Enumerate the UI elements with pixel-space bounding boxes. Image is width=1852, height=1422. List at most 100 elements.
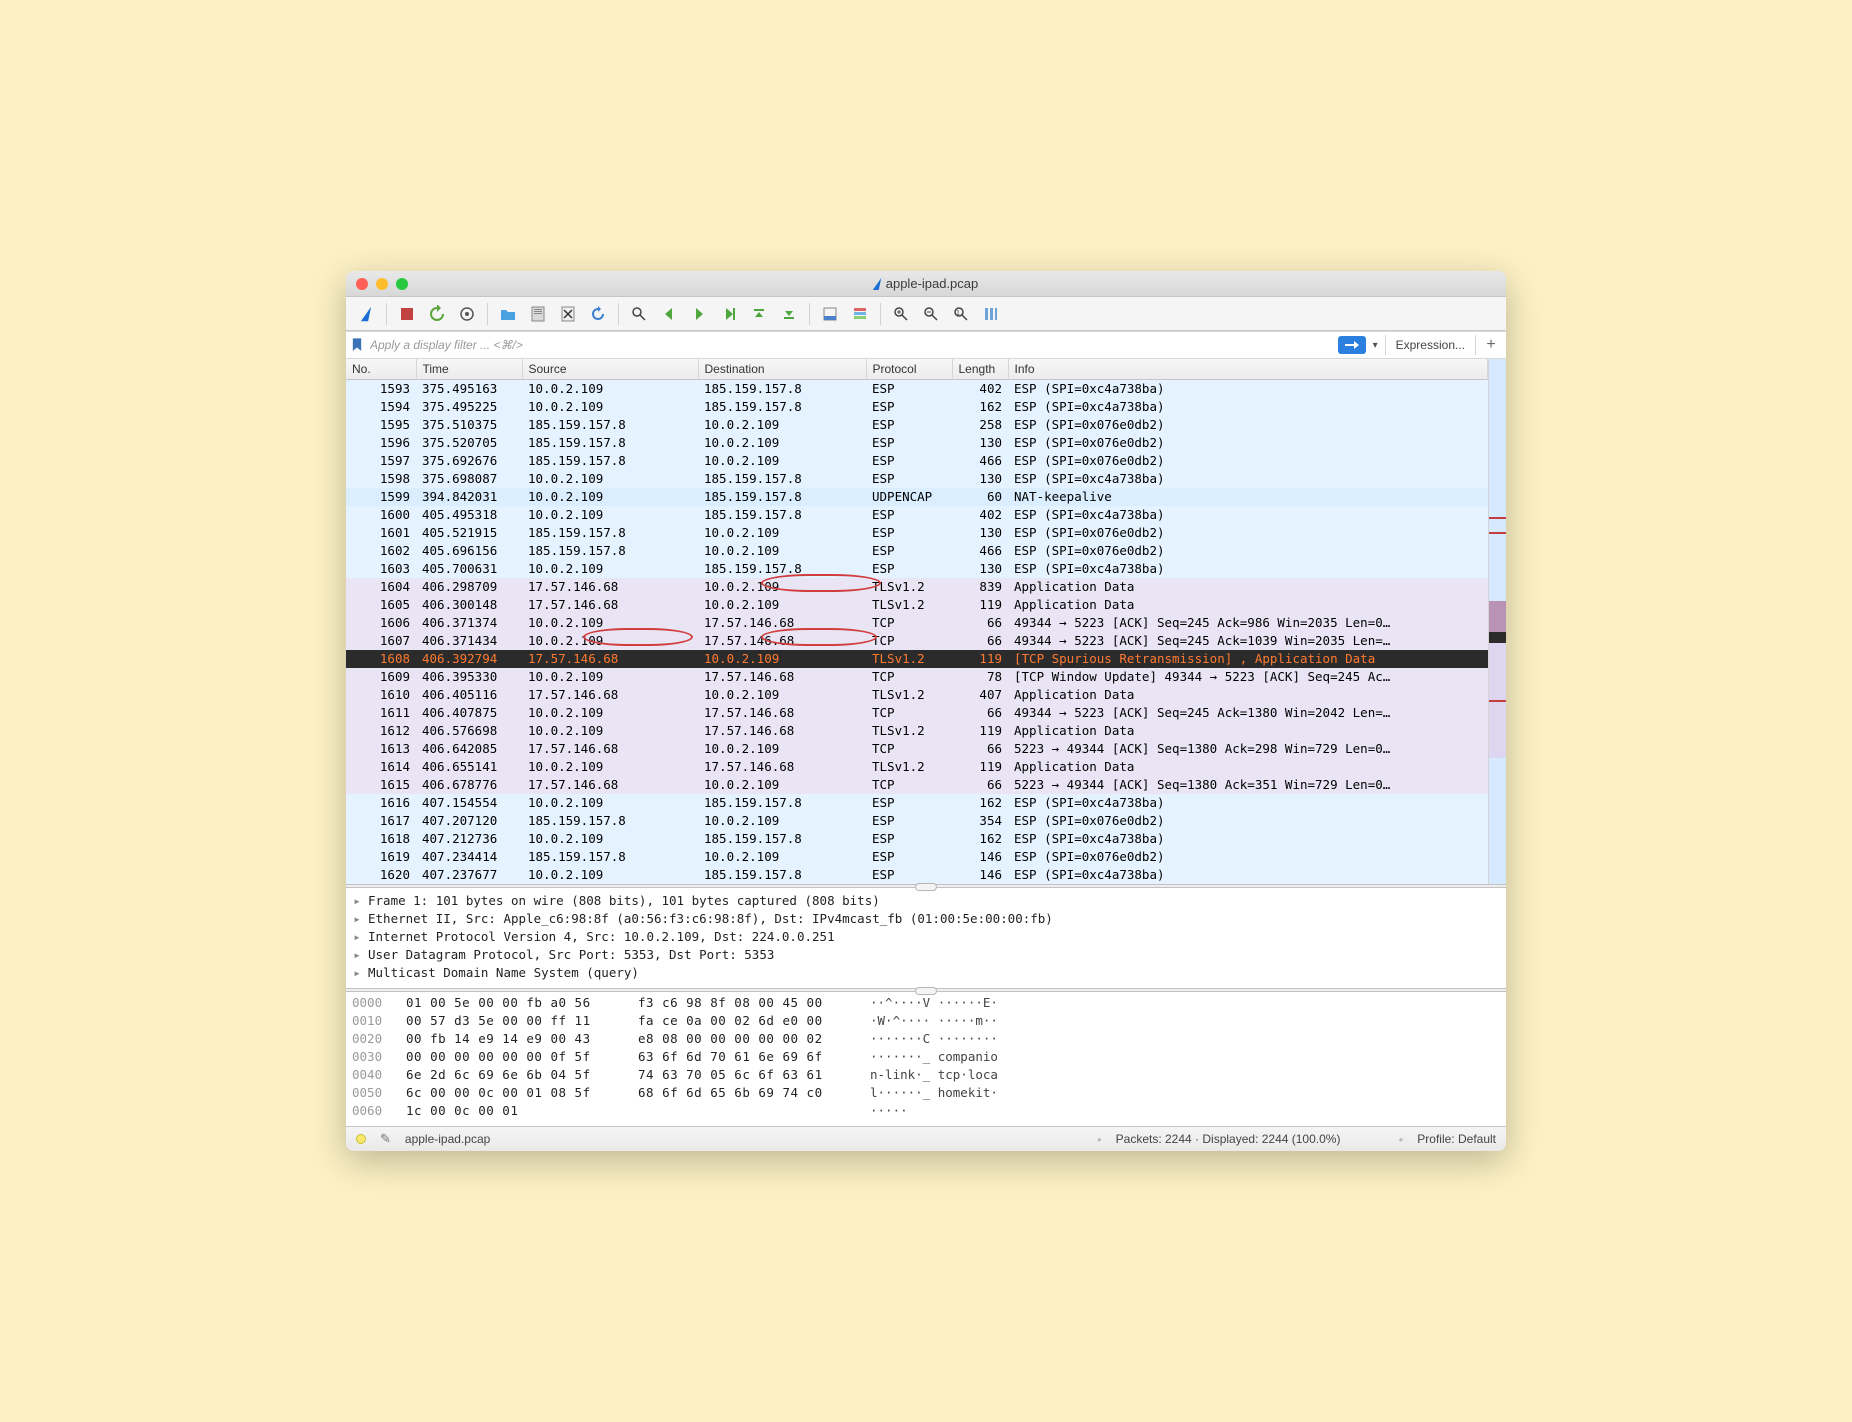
zoom-out-icon[interactable] [917,301,945,327]
cell-time: 375.520705 [416,434,522,452]
col-header-len[interactable]: Length [952,359,1008,380]
splitter-handle[interactable] [346,884,1506,888]
cell-no: 1610 [346,686,416,704]
go-back-icon[interactable] [655,301,683,327]
go-to-packet-icon[interactable] [715,301,743,327]
display-filter-input[interactable] [368,334,1334,356]
colorize-icon[interactable] [846,301,874,327]
status-filename: apple-ipad.pcap [405,1132,490,1146]
open-file-icon[interactable] [494,301,522,327]
table-row[interactable]: 1609406.39533010.0.2.10917.57.146.68TCP7… [346,668,1488,686]
col-header-dst[interactable]: Destination [698,359,866,380]
expand-caret-icon[interactable]: ▸ [352,928,362,946]
hex-row[interactable]: 00406e 2d 6c 69 6e 6b 04 5f74 63 70 05 6… [352,1066,1500,1084]
col-header-no[interactable]: No. [346,359,416,380]
expand-caret-icon[interactable]: ▸ [352,910,362,928]
cell-src: 185.159.157.8 [522,812,698,830]
table-row[interactable]: 1615406.67877617.57.146.6810.0.2.109TCP6… [346,776,1488,794]
table-row[interactable]: 1617407.207120185.159.157.810.0.2.109ESP… [346,812,1488,830]
details-row[interactable]: ▸Internet Protocol Version 4, Src: 10.0.… [352,928,1500,946]
wireshark-logo-icon[interactable] [352,301,380,327]
save-file-icon[interactable] [524,301,552,327]
expand-caret-icon[interactable]: ▸ [352,892,362,910]
close-file-icon[interactable] [554,301,582,327]
status-profile[interactable]: Profile: Default [1417,1132,1496,1146]
stop-capture-icon[interactable] [393,301,421,327]
table-row[interactable]: 1602405.696156185.159.157.810.0.2.109ESP… [346,542,1488,560]
cell-no: 1604 [346,578,416,596]
cell-proto: TLSv1.2 [866,758,952,776]
col-header-info[interactable]: Info [1008,359,1488,380]
table-row[interactable]: 1599394.84203110.0.2.109185.159.157.8UDP… [346,488,1488,506]
expert-info-icon[interactable] [356,1134,366,1144]
details-row[interactable]: ▸Frame 1: 101 bytes on wire (808 bits), … [352,892,1500,910]
apply-filter-button[interactable] [1338,336,1366,354]
capture-options-icon[interactable] [453,301,481,327]
go-last-icon[interactable] [775,301,803,327]
col-header-proto[interactable]: Protocol [866,359,952,380]
table-row[interactable]: 1616407.15455410.0.2.109185.159.157.8ESP… [346,794,1488,812]
window-zoom-button[interactable] [396,278,408,290]
table-row[interactable]: 1608406.39279417.57.146.6810.0.2.109TLSv… [346,650,1488,668]
auto-scroll-icon[interactable] [816,301,844,327]
packet-bytes-pane[interactable]: 000001 00 5e 00 00 fb a0 56f3 c6 98 8f 0… [346,992,1506,1127]
packet-minimap[interactable] [1488,359,1506,884]
hex-row[interactable]: 000001 00 5e 00 00 fb a0 56f3 c6 98 8f 0… [352,994,1500,1012]
col-header-time[interactable]: Time [416,359,522,380]
table-row[interactable]: 1598375.69808710.0.2.109185.159.157.8ESP… [346,470,1488,488]
table-row[interactable]: 1606406.37137410.0.2.10917.57.146.68TCP6… [346,614,1488,632]
cell-proto: TLSv1.2 [866,650,952,668]
details-row[interactable]: ▸User Datagram Protocol, Src Port: 5353,… [352,946,1500,964]
table-row[interactable]: 1610406.40511617.57.146.6810.0.2.109TLSv… [346,686,1488,704]
hex-row[interactable]: 00601c 00 0c 00 01····· [352,1102,1500,1120]
table-row[interactable]: 1595375.510375185.159.157.810.0.2.109ESP… [346,416,1488,434]
col-header-src[interactable]: Source [522,359,698,380]
packet-details-pane[interactable]: ▸Frame 1: 101 bytes on wire (808 bits), … [346,888,1506,988]
table-row[interactable]: 1605406.30014817.57.146.6810.0.2.109TLSv… [346,596,1488,614]
table-row[interactable]: 1613406.64208517.57.146.6810.0.2.109TCP6… [346,740,1488,758]
table-row[interactable]: 1619407.234414185.159.157.810.0.2.109ESP… [346,848,1488,866]
restart-capture-icon[interactable] [423,301,451,327]
table-row[interactable]: 1601405.521915185.159.157.810.0.2.109ESP… [346,524,1488,542]
filter-history-dropdown[interactable]: ▾ [1370,340,1381,351]
table-row[interactable]: 1618407.21273610.0.2.109185.159.157.8ESP… [346,830,1488,848]
table-row[interactable]: 1593375.49516310.0.2.109185.159.157.8ESP… [346,380,1488,399]
edit-capture-comment-icon[interactable]: ✎ [380,1131,391,1147]
splitter-handle[interactable] [346,988,1506,992]
find-packet-icon[interactable] [625,301,653,327]
expression-button[interactable]: Expression... [1385,335,1476,355]
table-row[interactable]: 1603405.70063110.0.2.109185.159.157.8ESP… [346,560,1488,578]
details-row[interactable]: ▸Ethernet II, Src: Apple_c6:98:8f (a0:56… [352,910,1500,928]
hex-row[interactable]: 00506c 00 00 0c 00 01 08 5f68 6f 6d 65 6… [352,1084,1500,1102]
expand-caret-icon[interactable]: ▸ [352,946,362,964]
table-row[interactable]: 1612406.57669810.0.2.10917.57.146.68TLSv… [346,722,1488,740]
cell-len: 466 [952,542,1008,560]
table-row[interactable]: 1620407.23767710.0.2.109185.159.157.8ESP… [346,866,1488,884]
packet-table[interactable]: No. Time Source Destination Protocol Len… [346,359,1488,884]
hex-row[interactable]: 003000 00 00 00 00 00 0f 5f63 6f 6d 70 6… [352,1048,1500,1066]
table-row[interactable]: 1600405.49531810.0.2.109185.159.157.8ESP… [346,506,1488,524]
expand-caret-icon[interactable]: ▸ [352,964,362,982]
table-row[interactable]: 1614406.65514110.0.2.10917.57.146.68TLSv… [346,758,1488,776]
reload-icon[interactable] [584,301,612,327]
hex-row[interactable]: 001000 57 d3 5e 00 00 ff 11fa ce 0a 00 0… [352,1012,1500,1030]
table-row[interactable]: 1594375.49522510.0.2.109185.159.157.8ESP… [346,398,1488,416]
table-row[interactable]: 1596375.520705185.159.157.810.0.2.109ESP… [346,434,1488,452]
bookmark-icon[interactable] [350,336,364,354]
zoom-reset-icon[interactable]: 1 [947,301,975,327]
details-row[interactable]: ▸Multicast Domain Name System (query) [352,964,1500,982]
cell-info: Application Data [1008,758,1488,776]
hex-row[interactable]: 002000 fb 14 e9 14 e9 00 43e8 08 00 00 0… [352,1030,1500,1048]
window-close-button[interactable] [356,278,368,290]
go-forward-icon[interactable] [685,301,713,327]
cell-len: 119 [952,596,1008,614]
zoom-in-icon[interactable] [887,301,915,327]
window-minimize-button[interactable] [376,278,388,290]
table-row[interactable]: 1607406.37143410.0.2.10917.57.146.68TCP6… [346,632,1488,650]
go-first-icon[interactable] [745,301,773,327]
resize-columns-icon[interactable] [977,301,1005,327]
add-filter-button[interactable]: + [1480,336,1502,354]
table-row[interactable]: 1604406.29870917.57.146.6810.0.2.109TLSv… [346,578,1488,596]
table-row[interactable]: 1611406.40787510.0.2.10917.57.146.68TCP6… [346,704,1488,722]
table-row[interactable]: 1597375.692676185.159.157.810.0.2.109ESP… [346,452,1488,470]
